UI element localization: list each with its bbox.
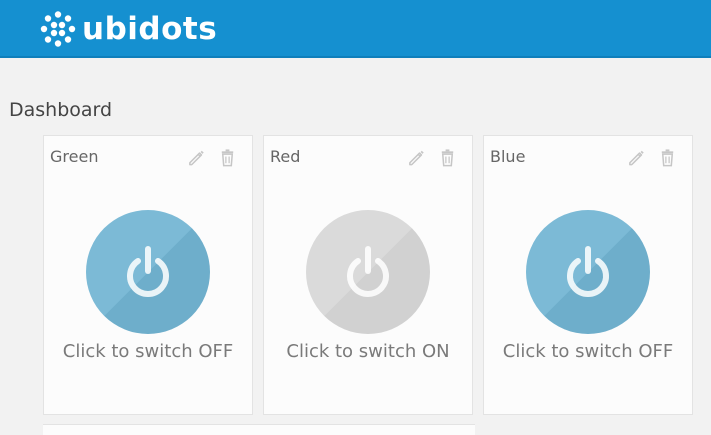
widget-card-partial xyxy=(43,424,475,435)
trash-icon[interactable] xyxy=(218,148,237,167)
switch-status-label: Click to switch OFF xyxy=(502,341,674,362)
power-icon xyxy=(347,246,389,297)
widget-actions xyxy=(627,148,677,167)
power-icon xyxy=(567,246,609,297)
widget-card-green: Green Click to switch OFF xyxy=(43,135,253,415)
trash-icon[interactable] xyxy=(658,148,677,167)
switch-status-label: Click to switch OFF xyxy=(62,341,234,362)
top-navigation-bar: ubidots xyxy=(0,0,711,58)
pencil-icon[interactable] xyxy=(187,148,206,167)
trash-icon[interactable] xyxy=(438,148,457,167)
power-switch-button[interactable] xyxy=(306,210,430,334)
pencil-icon[interactable] xyxy=(627,148,646,167)
widget-title: Red xyxy=(270,147,301,166)
page-title: Dashboard xyxy=(9,99,113,121)
widget-actions xyxy=(407,148,457,167)
power-switch-button[interactable] xyxy=(526,210,650,334)
widget-card-red: Red Click to switch ON xyxy=(263,135,473,415)
brand-logo[interactable]: ubidots xyxy=(40,11,218,47)
brand-name: ubidots xyxy=(82,11,218,47)
widget-title: Green xyxy=(50,147,99,166)
widget-card-blue: Blue Click to switch OFF xyxy=(483,135,693,415)
widget-actions xyxy=(187,148,237,167)
power-switch-button[interactable] xyxy=(86,210,210,334)
pencil-icon[interactable] xyxy=(407,148,426,167)
switch-status-label: Click to switch ON xyxy=(286,341,450,362)
power-icon xyxy=(127,246,169,297)
widget-title: Blue xyxy=(490,147,526,166)
ubidots-logo-icon xyxy=(40,11,76,47)
